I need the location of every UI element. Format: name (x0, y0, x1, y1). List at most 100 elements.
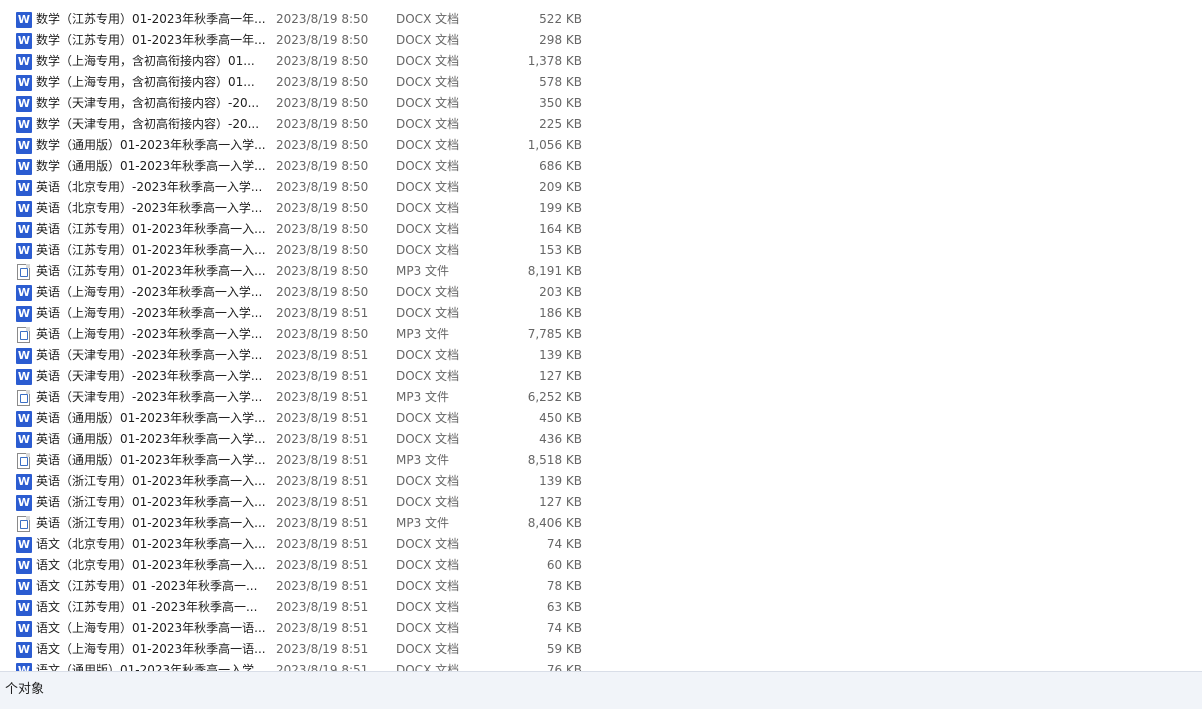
file-type: MP3 文件 (396, 264, 450, 278)
file-icon-cell: W (16, 201, 32, 217)
file-row[interactable]: W 语文（上海专用）01-2023年秋季高一语... 2023/8/19 8:51 D… (0, 639, 1202, 660)
file-icon-cell: W (16, 243, 32, 259)
file-row[interactable]: W 英语（通用版）01-2023年秋季高一入学... 2023/8/19 8:51 D… (0, 429, 1202, 450)
file-icon-cell: W (16, 663, 32, 671)
file-row[interactable]: W 数学（江苏专用）01-2023年秋季高一年... 2023/8/19 8:50 D… (0, 30, 1202, 51)
file-type: DOCX 文档 (396, 642, 460, 656)
file-row[interactable]: W 英语（江苏专用）01-2023年秋季高一入... 2023/8/19 8:50 D… (0, 219, 1202, 240)
file-type: DOCX 文档 (396, 222, 460, 236)
file-row[interactable]: W 数学（上海专用，含初高衔接内容）01... 2023/8/19 8:50 DOCX… (0, 72, 1202, 93)
file-row[interactable]: W 英语（浙江专用）01-2023年秋季高一入... 2023/8/19 8:51 D… (0, 471, 1202, 492)
file-size: 127 KB (539, 495, 582, 509)
file-icon-cell: W (16, 537, 32, 553)
file-name: 英语（上海专用）-2023年秋季高一入学... (36, 327, 263, 341)
word-icon: W (16, 558, 32, 574)
file-type: DOCX 文档 (396, 285, 460, 299)
word-icon: W (16, 495, 32, 511)
file-date-modified: 2023/8/19 8:51 (276, 621, 369, 635)
file-date-modified: 2023/8/19 8:51 (276, 663, 369, 671)
word-icon: W (16, 12, 32, 28)
file-type: MP3 文件 (396, 390, 450, 404)
file-name: 英语（江苏专用）01-2023年秋季高一入... (36, 222, 266, 236)
file-list[interactable]: W 数学（江苏专用）01-2023年秋季高一年... 2023/8/19 8:50 D… (0, 0, 1202, 671)
file-type: DOCX 文档 (396, 75, 460, 89)
file-icon-cell: W (16, 159, 32, 175)
file-size: 203 KB (539, 285, 582, 299)
file-icon-cell: W (16, 558, 32, 574)
file-date-modified: 2023/8/19 8:51 (276, 411, 369, 425)
file-row[interactable]: W 数学（天津专用，含初高衔接内容）-20... 2023/8/19 8:50 DOC… (0, 93, 1202, 114)
file-row[interactable]: W 英语（江苏专用）01-2023年秋季高一入... 2023/8/19 8:50 D… (0, 240, 1202, 261)
file-type: DOCX 文档 (396, 54, 460, 68)
file-row[interactable]: W 数学（通用版）01-2023年秋季高一入学... 2023/8/19 8:50 D… (0, 156, 1202, 177)
word-icon: W (16, 474, 32, 490)
mp3-icon (17, 327, 30, 343)
file-date-modified: 2023/8/19 8:50 (276, 201, 369, 215)
mp3-icon (17, 390, 30, 406)
file-type: DOCX 文档 (396, 495, 460, 509)
file-size: 522 KB (539, 12, 582, 26)
file-size: 7,785 KB (527, 327, 582, 341)
file-icon-cell: W (16, 432, 32, 448)
file-row[interactable]: W 语文（江苏专用）01 -2023年秋季高一... 2023/8/19 8:51 D… (0, 597, 1202, 618)
file-row[interactable]: W 数学（江苏专用）01-2023年秋季高一年... 2023/8/19 8:50 D… (0, 9, 1202, 30)
status-bar: 个对象 (0, 671, 1202, 709)
file-row[interactable]: W 数学（上海专用，含初高衔接内容）01... 2023/8/19 8:50 DOCX… (0, 51, 1202, 72)
file-name: 数学（江苏专用）01-2023年秋季高一年... (36, 33, 266, 47)
file-row[interactable]: 英语（上海专用）-2023年秋季高一入学... 2023/8/19 8:50 MP3… (0, 324, 1202, 345)
word-icon: W (16, 117, 32, 133)
file-type: DOCX 文档 (396, 348, 460, 362)
file-row[interactable]: W 语文（北京专用）01-2023年秋季高一入... 2023/8/19 8:51 D… (0, 534, 1202, 555)
file-icon-cell: W (16, 369, 32, 385)
file-type: DOCX 文档 (396, 201, 460, 215)
file-date-modified: 2023/8/19 8:51 (276, 558, 369, 572)
file-row[interactable]: W 语文（北京专用）01-2023年秋季高一入... 2023/8/19 8:51 D… (0, 555, 1202, 576)
file-icon-cell: W (16, 96, 32, 112)
file-date-modified: 2023/8/19 8:50 (276, 54, 369, 68)
file-row[interactable]: W 数学（通用版）01-2023年秋季高一入学... 2023/8/19 8:50 D… (0, 135, 1202, 156)
file-type: MP3 文件 (396, 516, 450, 530)
file-size: 60 KB (546, 558, 582, 572)
file-row[interactable]: W 英语（浙江专用）01-2023年秋季高一入... 2023/8/19 8:51 D… (0, 492, 1202, 513)
file-row[interactable]: 英语（江苏专用）01-2023年秋季高一入... 2023/8/19 8:50 MP… (0, 261, 1202, 282)
file-row[interactable]: W 语文（江苏专用）01 -2023年秋季高一... 2023/8/19 8:51 D… (0, 576, 1202, 597)
word-icon: W (16, 138, 32, 154)
file-date-modified: 2023/8/19 8:50 (276, 180, 369, 194)
word-icon: W (16, 411, 32, 427)
file-name: 英语（江苏专用）01-2023年秋季高一入... (36, 243, 266, 257)
file-row[interactable]: W 英语（北京专用）-2023年秋季高一入学... 2023/8/19 8:50 DO… (0, 198, 1202, 219)
file-name: 数学（上海专用，含初高衔接内容）01... (36, 54, 255, 68)
word-icon: W (16, 243, 32, 259)
word-icon: W (16, 642, 32, 658)
file-date-modified: 2023/8/19 8:51 (276, 348, 369, 362)
file-name: 语文（江苏专用）01 -2023年秋季高一... (36, 579, 258, 593)
file-row[interactable]: W 英语（上海专用）-2023年秋季高一入学... 2023/8/19 8:50 DO… (0, 282, 1202, 303)
file-type: DOCX 文档 (396, 432, 460, 446)
file-icon-cell (16, 327, 32, 343)
file-size: 686 KB (539, 159, 582, 173)
file-type: DOCX 文档 (396, 180, 460, 194)
file-row[interactable]: 英语（天津专用）-2023年秋季高一入学... 2023/8/19 8:51 MP3… (0, 387, 1202, 408)
file-row[interactable]: W 英语（上海专用）-2023年秋季高一入学... 2023/8/19 8:51 DO… (0, 303, 1202, 324)
file-row[interactable]: W 英语（北京专用）-2023年秋季高一入学... 2023/8/19 8:50 DO… (0, 177, 1202, 198)
file-row[interactable]: W 英语（通用版）01-2023年秋季高一入学... 2023/8/19 8:51 D… (0, 408, 1202, 429)
mp3-icon (17, 516, 30, 532)
file-icon-cell (16, 516, 32, 532)
file-row[interactable]: W 英语（天津专用）-2023年秋季高一入学... 2023/8/19 8:51 DO… (0, 366, 1202, 387)
file-date-modified: 2023/8/19 8:51 (276, 306, 369, 320)
file-row[interactable]: W 语文（通用版）01-2023年秋季高一入学... 2023/8/19 8:51 D… (0, 660, 1202, 671)
file-type: MP3 文件 (396, 453, 450, 467)
file-row[interactable]: W 英语（天津专用）-2023年秋季高一入学... 2023/8/19 8:51 DO… (0, 345, 1202, 366)
file-row[interactable]: W 数学（天津专用，含初高衔接内容）-20... 2023/8/19 8:50 DOC… (0, 114, 1202, 135)
file-date-modified: 2023/8/19 8:51 (276, 600, 369, 614)
file-row[interactable]: 英语（浙江专用）01-2023年秋季高一入... 2023/8/19 8:51 MP… (0, 513, 1202, 534)
file-icon-cell: W (16, 33, 32, 49)
file-date-modified: 2023/8/19 8:51 (276, 516, 369, 530)
file-row[interactable]: W 语文（上海专用）01-2023年秋季高一语... 2023/8/19 8:51 D… (0, 618, 1202, 639)
file-type: DOCX 文档 (396, 96, 460, 110)
file-size: 298 KB (539, 33, 582, 47)
file-type: DOCX 文档 (396, 621, 460, 635)
file-icon-cell: W (16, 411, 32, 427)
file-row[interactable]: 英语（通用版）01-2023年秋季高一入学... 2023/8/19 8:51 MP… (0, 450, 1202, 471)
file-icon-cell: W (16, 306, 32, 322)
